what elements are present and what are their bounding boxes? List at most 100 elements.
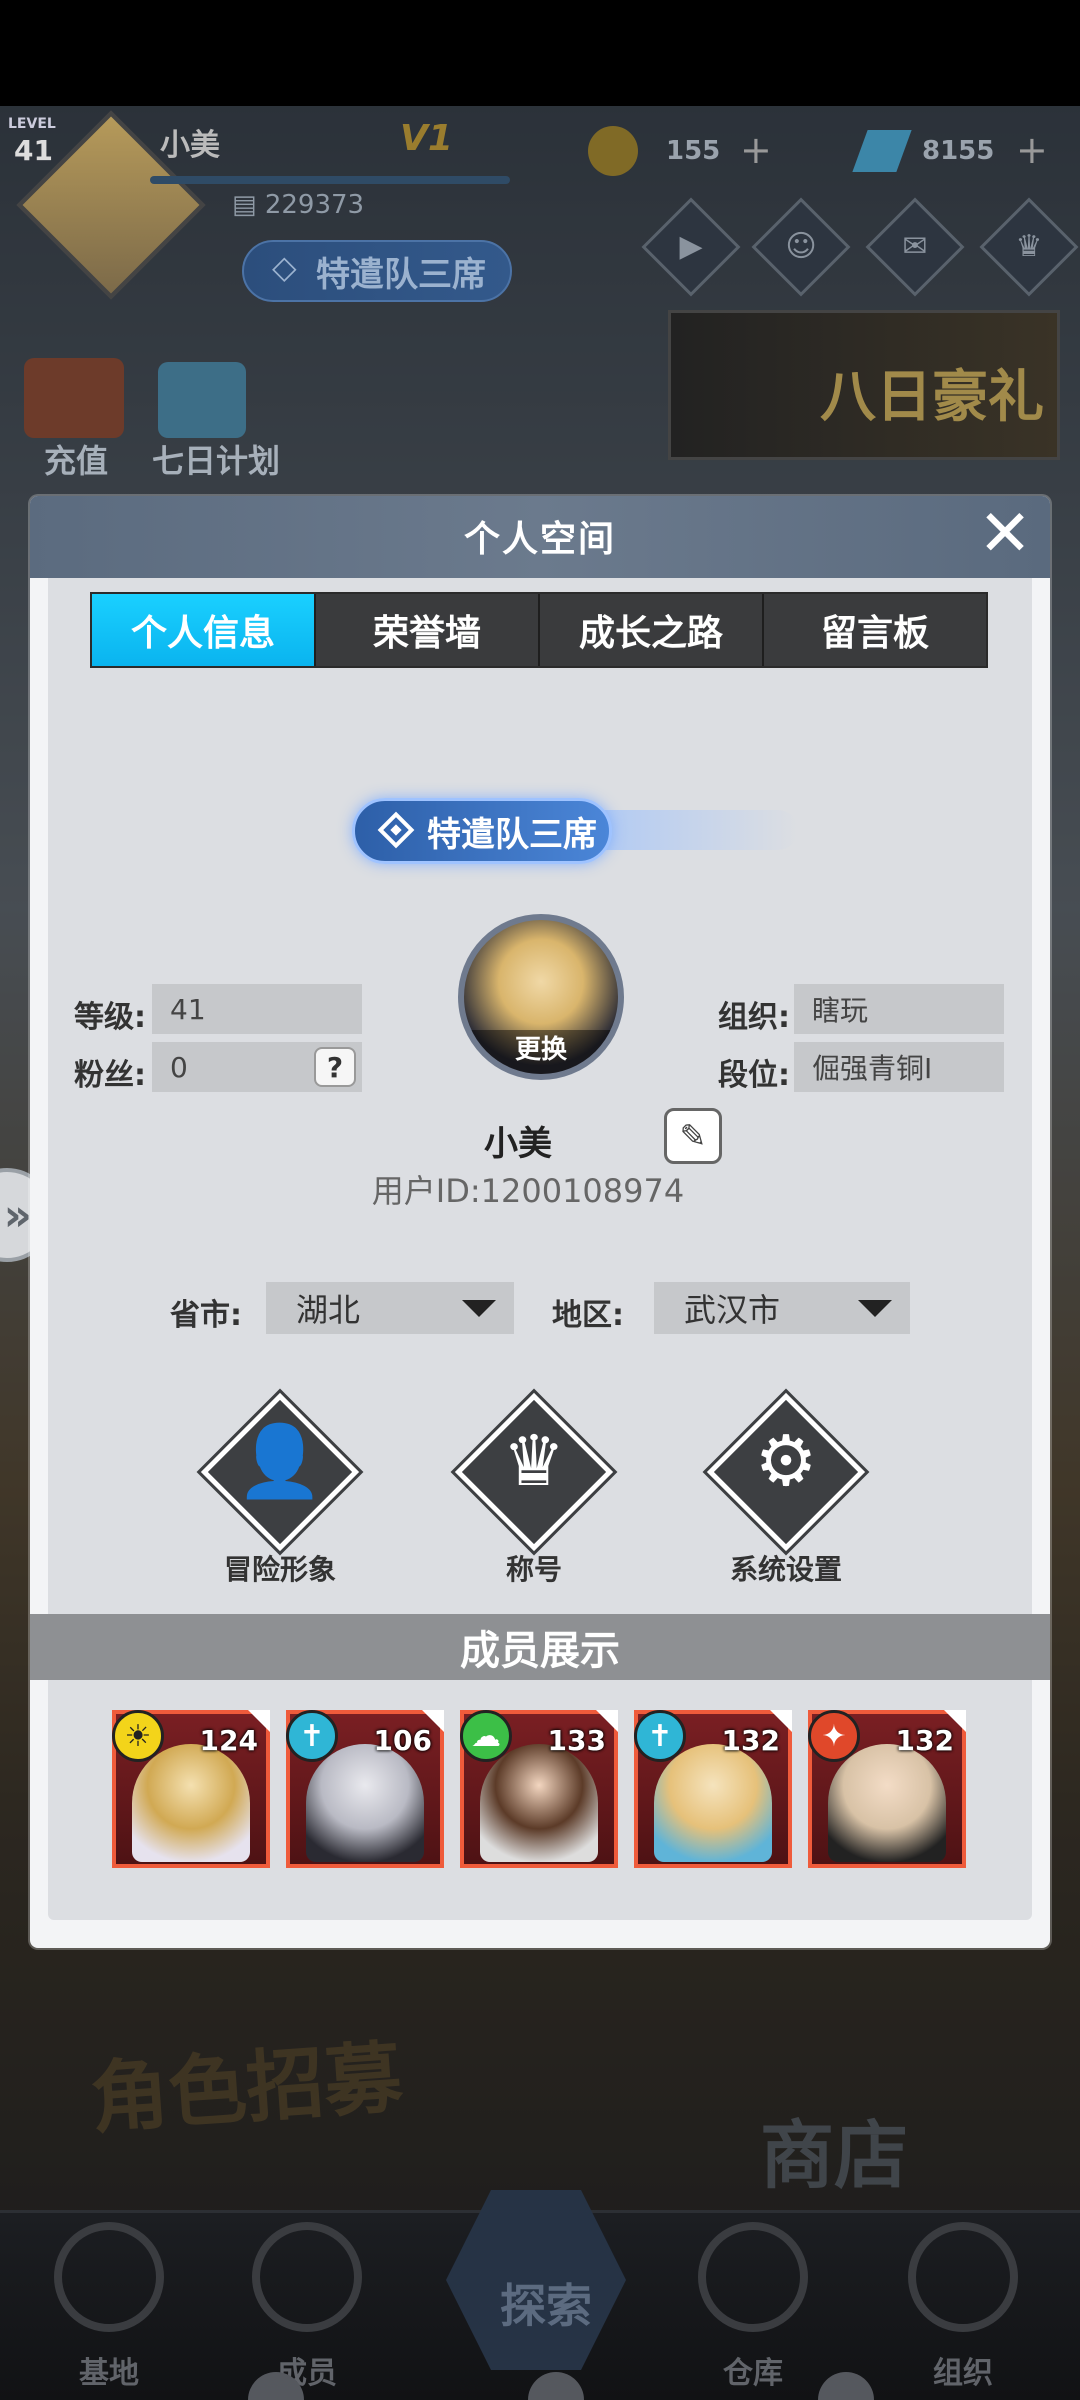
trophy-icon: ♛ [1015, 229, 1043, 264]
crown-icon: ♛ [502, 1420, 566, 1502]
tier-label: 段位: [718, 1058, 790, 1093]
adventure-image-button[interactable]: 👤 冒险形象 [184, 1388, 384, 1598]
rank-badge-text: 特遣队三席 [427, 814, 597, 855]
tab-honor-wall[interactable]: 荣誉墙 [316, 594, 540, 666]
dialog-body: 个人信息 荣誉墙 成长之路 留言板 特遣队三席 等级: 41 粉丝: 0 ? 更… [30, 578, 1050, 1920]
hud-player-id: ▤ 229373 [232, 190, 365, 220]
member-level: 106 [373, 1724, 432, 1757]
title-button[interactable]: ♛ 称号 [438, 1388, 638, 1598]
coin-amount: 155 [666, 136, 721, 166]
recharge-button[interactable] [24, 358, 124, 438]
person-icon: 👤 [236, 1420, 324, 1502]
tab-growth-path[interactable]: 成长之路 [540, 594, 764, 666]
fans-help-button[interactable]: ? [314, 1047, 356, 1087]
add-coins-button[interactable]: + [740, 128, 772, 172]
member-portrait [828, 1744, 946, 1862]
nav-base[interactable]: 基地 [24, 2222, 194, 2392]
member-card[interactable]: ☁ 133 [460, 1710, 618, 1868]
region-value: 武汉市 [684, 1291, 781, 1329]
hud-player-name: 小美 [160, 128, 220, 163]
warehouse-icon [698, 2222, 808, 2332]
edit-name-button[interactable]: ✎ [664, 1108, 722, 1164]
tier-value: 倔强青铜Ⅰ [794, 1042, 1004, 1092]
question-icon: ? [326, 1050, 344, 1084]
member-level: 124 [199, 1724, 258, 1757]
nav-warehouse-label: 仓库 [723, 2356, 783, 2391]
members-showcase-header: 成员展示 [30, 1614, 1050, 1680]
organization-label: 组织: [718, 1000, 790, 1035]
system-settings-label: 系统设置 [729, 1553, 842, 1586]
video-icon: ▶ [679, 229, 703, 264]
system-settings-button[interactable]: ⚙ 系统设置 [690, 1388, 890, 1598]
seven-day-plan-button[interactable] [158, 362, 246, 438]
rank-badge: 特遣队三席 [352, 798, 612, 864]
gem-amount: 8155 [922, 136, 995, 166]
double-chevron-icon: » [3, 1189, 32, 1241]
hud-exp-bar [150, 176, 510, 184]
change-avatar-label[interactable]: 更换 [464, 1030, 618, 1074]
nav-organization-label: 组织 [933, 2356, 993, 2391]
nav-members[interactable]: 成员 [222, 2222, 392, 2392]
nav-warehouse[interactable]: 仓库 [668, 2222, 838, 2392]
add-gems-button[interactable]: + [1016, 128, 1048, 172]
player-avatar[interactable]: 更换 [458, 914, 624, 1080]
recharge-label: 充值 [44, 442, 109, 480]
gear-icon: ⚙ [754, 1420, 818, 1502]
organization-value: 瞎玩 [794, 984, 1004, 1034]
dialog-header: 个人空间 ✕ [30, 496, 1050, 578]
member-portrait [654, 1744, 772, 1862]
level-label: 等级: [74, 1000, 146, 1035]
region-select[interactable]: 武汉市 [654, 1282, 910, 1334]
tab-personal-info[interactable]: 个人信息 [92, 594, 316, 666]
title-label: 称号 [505, 1553, 562, 1586]
nav-members-label: 成员 [277, 2356, 337, 2391]
member-portrait [306, 1744, 424, 1862]
person-element-icon: ✝ [286, 1710, 338, 1762]
user-id: 用户ID:1200108974 [371, 1172, 685, 1210]
coin-icon [588, 126, 638, 176]
fans-label: 粉丝: [74, 1058, 146, 1093]
hud-rank-badge[interactable]: 特遣队三席 [242, 240, 512, 302]
fire-element-icon: ✦ [808, 1710, 860, 1762]
hud-level: 41 [14, 134, 53, 167]
vip-badge[interactable]: V1 [400, 118, 453, 159]
member-card[interactable]: ✝ 106 [286, 1710, 444, 1868]
province-label: 省市: [170, 1298, 242, 1333]
dropdown-arrow-icon [462, 1300, 496, 1317]
base-icon [54, 2222, 164, 2332]
player-name: 小美 [484, 1124, 552, 1164]
member-level: 132 [895, 1724, 954, 1757]
member-card[interactable]: ☀ 124 [112, 1710, 270, 1868]
member-portrait [480, 1744, 598, 1862]
sun-element-icon: ☀ [112, 1710, 164, 1762]
tab-bar: 个人信息 荣誉墙 成长之路 留言板 [90, 592, 988, 668]
dialog-title: 个人空间 [463, 519, 616, 560]
member-level: 133 [547, 1724, 606, 1757]
level-value: 41 [152, 984, 362, 1034]
nav-explore-label: 探索 [500, 2279, 592, 2333]
nav-organization[interactable]: 组织 [878, 2222, 1048, 2392]
member-level: 132 [721, 1724, 780, 1757]
person-icon: ☺ [785, 229, 817, 264]
adventure-image-label: 冒险形象 [223, 1553, 336, 1586]
nav-base-label: 基地 [79, 2356, 139, 2391]
event-banner-text: 八日豪礼 [820, 365, 1044, 430]
members-icon [252, 2222, 362, 2332]
cloud-element-icon: ☁ [460, 1710, 512, 1762]
mail-icon: ✉ [902, 229, 928, 264]
province-select[interactable]: 湖北 [266, 1282, 514, 1334]
hud-level-caption: LEVEL [8, 116, 56, 132]
member-portrait [132, 1744, 250, 1862]
close-button[interactable]: ✕ [976, 502, 1034, 566]
edit-icon: ✎ [679, 1117, 707, 1155]
person-element-icon: ✝ [634, 1710, 686, 1762]
close-icon: ✕ [978, 497, 1032, 571]
member-card[interactable]: ✦ 132 [808, 1710, 966, 1868]
personal-space-dialog: 个人空间 ✕ 个人信息 荣誉墙 成长之路 留言板 特遣队三席 等级: 41 粉丝… [30, 496, 1050, 1948]
organization-icon [908, 2222, 1018, 2332]
tab-message-board[interactable]: 留言板 [764, 594, 986, 666]
member-card[interactable]: ✝ 132 [634, 1710, 792, 1868]
province-value: 湖北 [296, 1291, 361, 1329]
diamond-icon [377, 811, 415, 849]
region-label: 地区: [552, 1298, 624, 1333]
